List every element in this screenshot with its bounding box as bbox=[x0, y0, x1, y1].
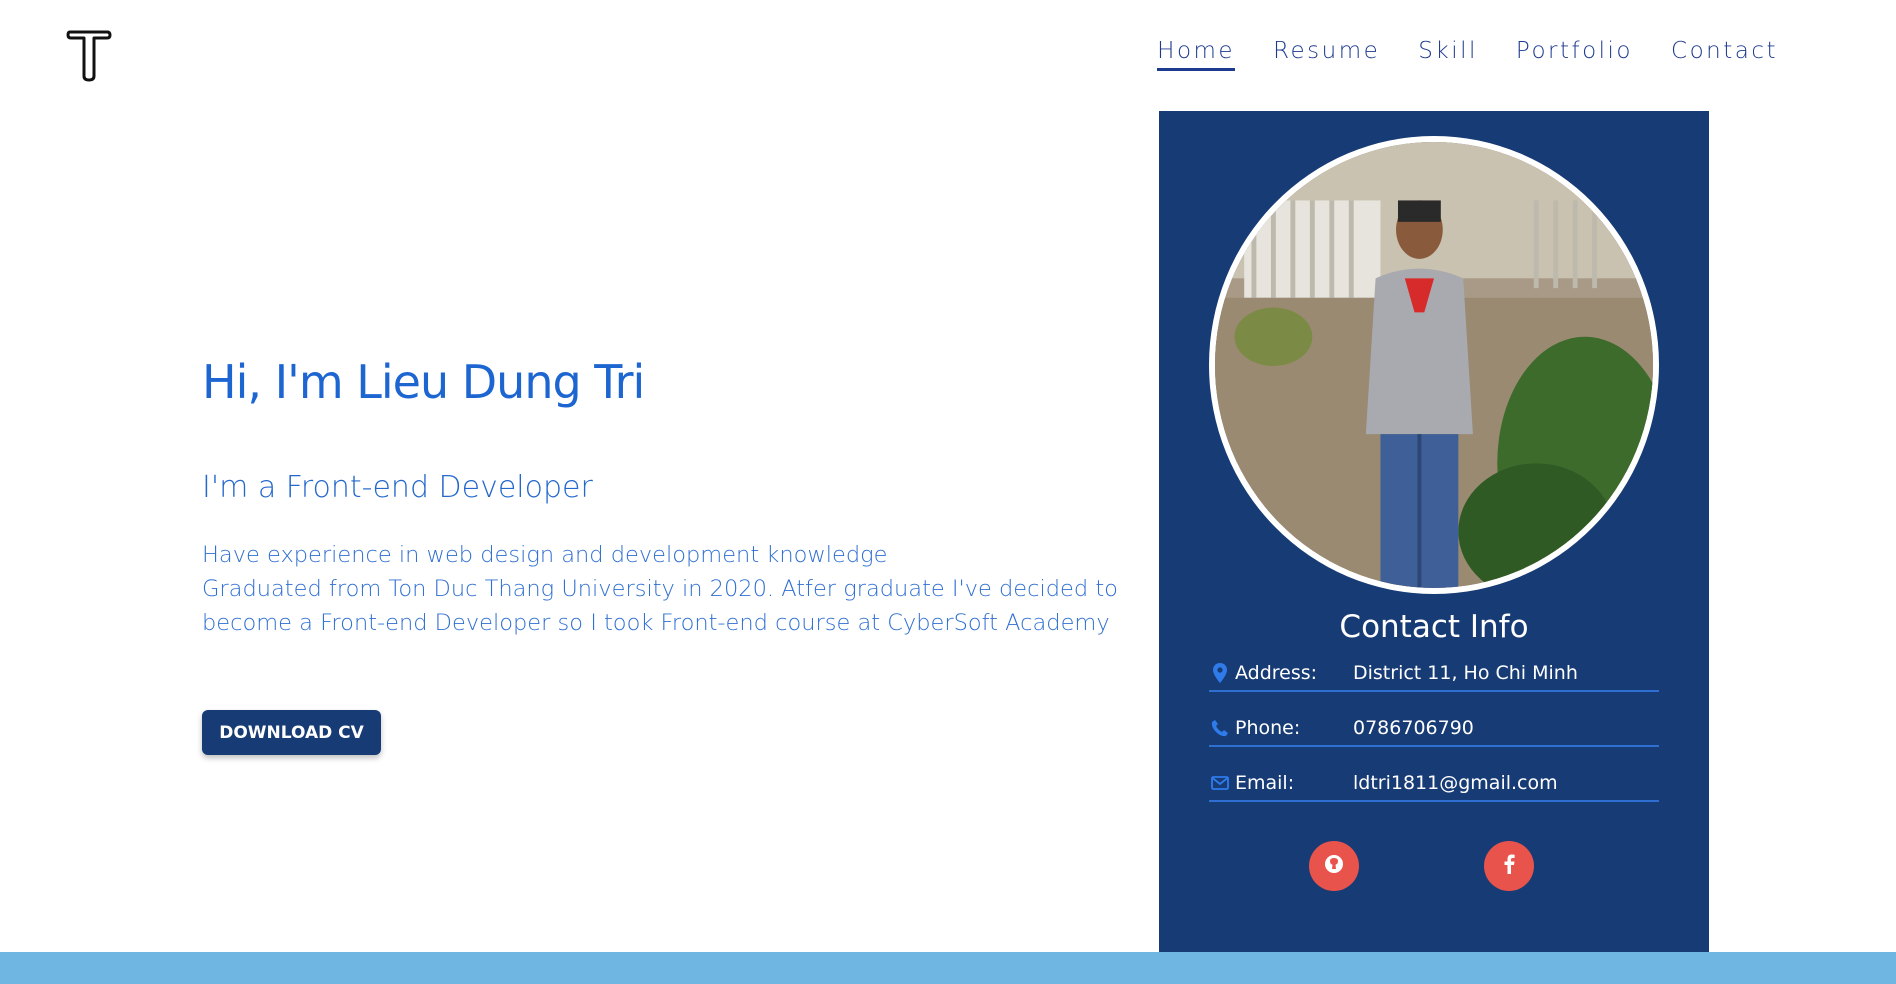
bottom-band bbox=[0, 952, 1896, 984]
hero-desc-line: Graduated from Ton Duc Thang University … bbox=[202, 576, 1118, 602]
hero-desc-line: Have experience in web design and develo… bbox=[202, 542, 888, 568]
contact-card: Contact Info Address: District 11, Ho Ch… bbox=[1159, 111, 1709, 952]
logo-icon[interactable] bbox=[66, 26, 112, 82]
facebook-icon bbox=[1503, 854, 1515, 878]
nav-portfolio[interactable]: Portfolio bbox=[1516, 38, 1633, 71]
nav-skill[interactable]: Skill bbox=[1418, 38, 1478, 71]
contact-label: Phone: bbox=[1235, 717, 1301, 739]
github-button[interactable] bbox=[1309, 841, 1359, 891]
hero-desc-line: become a Front-end Developer so I took F… bbox=[202, 610, 1110, 636]
contact-title: Contact Info bbox=[1339, 609, 1529, 645]
avatar bbox=[1209, 136, 1659, 594]
contact-label: Address: bbox=[1235, 662, 1318, 684]
contact-row-email: Email: ldtri1811@gmail.com bbox=[1209, 766, 1659, 802]
facebook-button[interactable] bbox=[1484, 841, 1534, 891]
github-icon bbox=[1324, 854, 1344, 878]
contact-row-address: Address: District 11, Ho Chi Minh bbox=[1209, 656, 1659, 692]
hero-title: Hi, I'm Lieu Dung Tri bbox=[202, 355, 645, 409]
download-cv-button[interactable]: DOWNLOAD CV bbox=[202, 710, 381, 755]
nav-contact[interactable]: Contact bbox=[1671, 38, 1778, 71]
contact-label: Email: bbox=[1235, 772, 1295, 794]
nav-resume[interactable]: Resume bbox=[1273, 38, 1380, 71]
contact-row-phone: Phone: 0786706790 bbox=[1209, 711, 1659, 747]
contact-value: District 11, Ho Chi Minh bbox=[1353, 662, 1578, 684]
hero-description: Have experience in web design and develo… bbox=[202, 538, 1142, 640]
main-nav: Home Resume Skill Portfolio Contact bbox=[1119, 38, 1778, 71]
contact-value: ldtri1811@gmail.com bbox=[1353, 772, 1558, 794]
map-marker-icon bbox=[1209, 662, 1231, 684]
contact-value: 0786706790 bbox=[1353, 717, 1474, 739]
envelope-icon bbox=[1209, 772, 1231, 794]
phone-icon bbox=[1209, 717, 1231, 739]
hero-subtitle: I'm a Front-end Developer bbox=[202, 470, 593, 505]
nav-home[interactable]: Home bbox=[1157, 38, 1236, 71]
